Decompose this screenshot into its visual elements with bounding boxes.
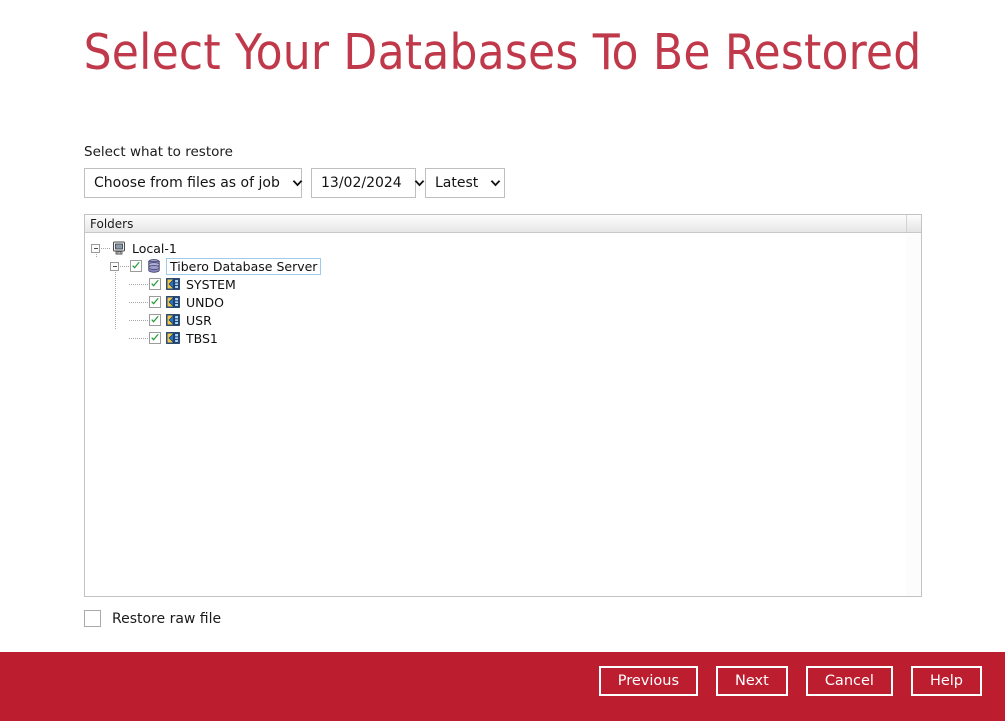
folders-tree: Local-1 Tibero Database Server	[85, 234, 906, 596]
restore-version-value: Latest	[435, 175, 478, 191]
checkmark-icon	[131, 261, 141, 271]
tree-connector-line	[101, 248, 110, 249]
checkmark-icon	[150, 315, 160, 325]
tablespace-icon	[165, 276, 181, 292]
tree-connector-line	[129, 320, 148, 321]
column-resize-grip[interactable]	[906, 215, 921, 232]
checkmark-icon	[150, 297, 160, 307]
tree-node-label: USR	[186, 313, 214, 328]
tablespace-icon	[165, 312, 181, 328]
tree-node-label: SYSTEM	[186, 277, 238, 292]
database-icon	[146, 258, 162, 274]
help-button[interactable]: Help	[911, 666, 982, 696]
tree-connector-line	[129, 338, 148, 339]
tree-connector-line	[129, 284, 148, 285]
tablespace-icon	[165, 330, 181, 346]
restore-selects-row: Choose from files as of job 13/02/2024 L…	[84, 168, 505, 198]
select-what-to-restore-label: Select what to restore	[84, 144, 233, 160]
tree-node-label: TBS1	[186, 331, 220, 346]
computer-icon	[111, 240, 127, 256]
tree-node-label: UNDO	[186, 295, 226, 310]
expander-collapse-icon[interactable]	[110, 262, 119, 271]
chevron-down-icon	[489, 177, 502, 190]
folders-column-header[interactable]: Folders	[85, 215, 921, 233]
tree-node-checkbox[interactable]	[149, 296, 161, 308]
tree-node-system[interactable]: SYSTEM	[85, 275, 906, 293]
tree-connector-line	[129, 302, 148, 303]
chevron-down-icon	[413, 177, 426, 190]
tree-node-usr[interactable]: USR	[85, 311, 906, 329]
restore-source-value: Choose from files as of job	[94, 175, 280, 191]
tree-node-tbs1[interactable]: TBS1	[85, 329, 906, 347]
footer-button-group: Previous Next Cancel Help	[599, 666, 982, 696]
tree-node-tibero-database-server[interactable]: Tibero Database Server	[85, 257, 906, 275]
next-button[interactable]: Next	[716, 666, 788, 696]
restore-date-select[interactable]: 13/02/2024	[311, 168, 416, 198]
checkmark-icon	[150, 279, 160, 289]
restore-raw-file-label: Restore raw file	[112, 611, 221, 627]
tree-node-checkbox[interactable]	[130, 260, 142, 272]
checkmark-icon	[150, 333, 160, 343]
chevron-down-icon	[291, 177, 304, 190]
tree-vertical-scrollbar[interactable]	[905, 234, 921, 596]
footer-bar: Previous Next Cancel Help	[0, 652, 1005, 721]
tree-node-checkbox[interactable]	[149, 278, 161, 290]
restore-raw-file-row: Restore raw file	[84, 610, 221, 627]
expander-collapse-icon[interactable]	[91, 244, 100, 253]
restore-source-select[interactable]: Choose from files as of job	[84, 168, 302, 198]
tree-node-checkbox[interactable]	[149, 332, 161, 344]
tree-node-local-1[interactable]: Local-1	[85, 239, 906, 257]
tree-node-label: Local-1	[132, 241, 179, 256]
restore-raw-file-checkbox[interactable]	[84, 610, 101, 627]
tree-node-checkbox[interactable]	[149, 314, 161, 326]
cancel-button[interactable]: Cancel	[806, 666, 893, 696]
tree-node-undo[interactable]: UNDO	[85, 293, 906, 311]
restore-date-value: 13/02/2024	[321, 175, 402, 191]
restore-version-select[interactable]: Latest	[425, 168, 505, 198]
tree-connector-line	[120, 266, 129, 267]
previous-button[interactable]: Previous	[599, 666, 698, 696]
folders-tree-panel: Folders Local-1	[84, 214, 922, 597]
tablespace-icon	[165, 294, 181, 310]
tree-node-label: Tibero Database Server	[166, 258, 321, 275]
folders-column-header-label: Folders	[90, 217, 133, 231]
page-title: Select Your Databases To Be Restored	[0, 26, 1005, 80]
